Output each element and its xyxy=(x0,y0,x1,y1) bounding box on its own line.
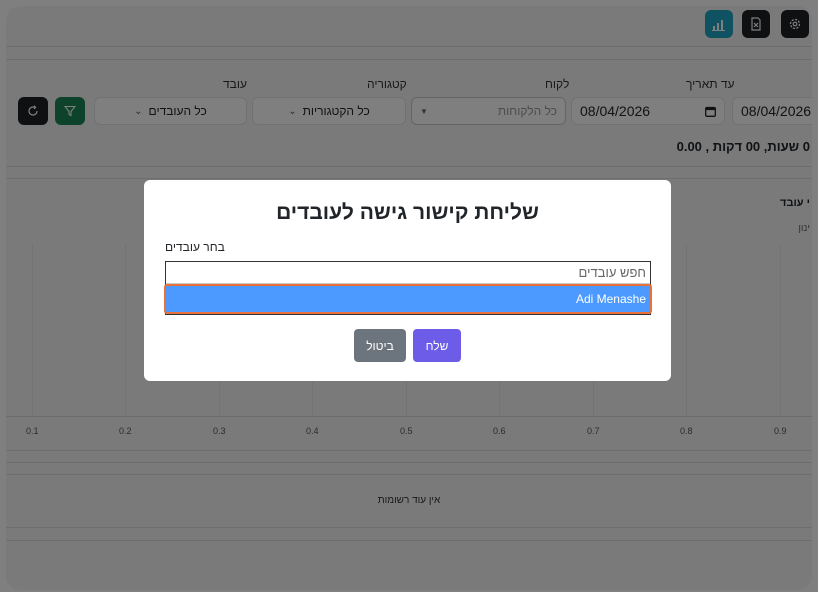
employee-option-label: Adi Menashe xyxy=(575,292,646,306)
send-access-link-modal: שליחת קישור גישה לעובדים בחר עובדים חפש … xyxy=(144,180,671,381)
modal-title: שליחת קישור גישה לעובדים xyxy=(276,201,539,224)
cancel-button[interactable]: ביטול xyxy=(354,329,406,362)
select-employees-label: בחר עובדים xyxy=(165,240,225,254)
send-button[interactable]: שלח xyxy=(413,329,461,362)
employee-search-placeholder: חפש עובדים xyxy=(578,265,646,280)
employee-multiselect[interactable]: חפש עובדים Adi Menashe xyxy=(164,261,652,315)
employee-option[interactable]: Adi Menashe xyxy=(164,284,652,314)
employee-search-input[interactable]: חפש עובדים xyxy=(166,262,650,284)
